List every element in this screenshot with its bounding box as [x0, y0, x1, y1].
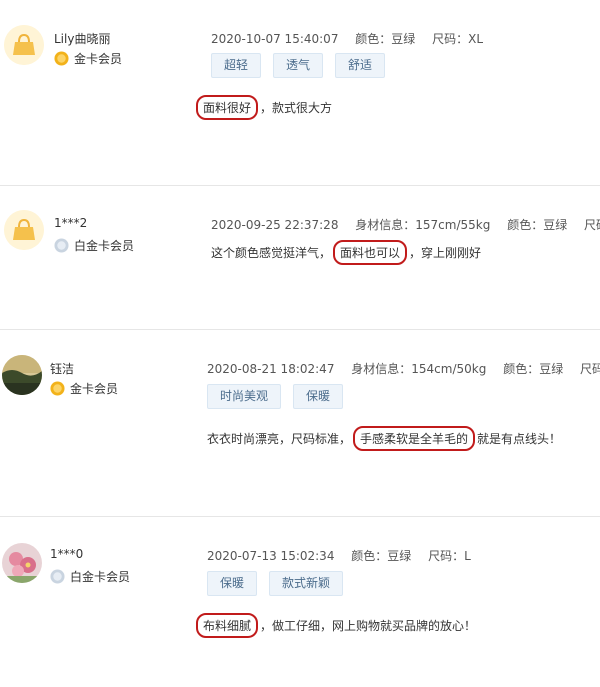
highlighted-phrase: 手感柔软是全羊毛的 — [353, 426, 476, 451]
member-level: 金卡会员 — [54, 50, 122, 67]
member-level: 白金卡会员 — [54, 237, 134, 254]
review-date: 2020-08-21 18:02:47 — [207, 362, 335, 376]
tag-list: 时尚美观 保暖 — [207, 384, 355, 409]
username: Lily曲晓丽 — [54, 32, 111, 46]
tag-list: 保暖 款式新颖 — [207, 571, 355, 596]
review-item: 钰洁 金卡会员 2020-08-21 18:02:47 身材信息：154cm/5… — [0, 330, 600, 480]
member-level: 金卡会员 — [50, 380, 118, 397]
review-text: 就是有点线头！ — [477, 432, 562, 446]
handbag-avatar — [4, 210, 44, 250]
review-tag[interactable]: 保暖 — [207, 571, 258, 596]
review-color: 颜色：豆绿 — [507, 218, 568, 232]
review-size: 尺码：L — [584, 218, 600, 232]
review-content: 这个颜色感觉挺洋气， 面料也可以 ，穿上刚刚好 — [211, 240, 481, 265]
highlighted-phrase: 布料细腻 — [196, 613, 259, 638]
review-date: 2020-09-25 22:37:28 — [211, 218, 339, 232]
review-content: 面料很好 ，款式很大方 — [194, 95, 332, 120]
review-meta: 2020-07-13 15:02:34 颜色：豆绿 尺码：L — [207, 547, 484, 564]
review-item: 1***2 白金卡会员 2020-09-25 22:37:28 身材信息：157… — [0, 186, 600, 336]
landscape-avatar — [2, 355, 42, 395]
review-item: Lily曲晓丽 金卡会员 2020-10-07 15:40:07 颜色：豆绿 尺… — [0, 0, 600, 150]
review-tag[interactable]: 保暖 — [293, 384, 344, 409]
username: 1***0 — [50, 547, 84, 561]
platinum-medal-icon — [54, 238, 69, 253]
review-text: 衣衣时尚漂亮，尺码标准， — [207, 432, 352, 446]
review-tag[interactable]: 时尚美观 — [207, 384, 282, 409]
review-tag[interactable]: 超轻 — [211, 53, 262, 78]
review-text: 这个颜色感觉挺洋气， — [211, 246, 332, 260]
flower-avatar — [2, 543, 42, 583]
review-content: 衣衣时尚漂亮，尺码标准， 手感柔软是全羊毛的 就是有点线头！ — [207, 426, 561, 451]
review-date: 2020-07-13 15:02:34 — [207, 549, 335, 563]
review-size: 尺码：S — [580, 362, 600, 376]
review-content: 布料细腻 ，做工仔细，网上购物就买品牌的放心！ — [194, 613, 476, 638]
tag-list: 超轻 透气 舒适 — [211, 53, 397, 78]
review-tag[interactable]: 透气 — [273, 53, 324, 78]
member-level-label: 白金卡会员 — [70, 570, 131, 584]
review-color: 颜色：豆绿 — [503, 362, 564, 376]
member-level: 白金卡会员 — [50, 568, 130, 585]
member-level-label: 白金卡会员 — [74, 239, 135, 253]
review-meta: 2020-10-07 15:40:07 颜色：豆绿 尺码：XL — [211, 30, 496, 47]
review-meta: 2020-08-21 18:02:47 身材信息：154cm/50kg 颜色：豆… — [207, 360, 600, 377]
handbag-avatar — [4, 25, 44, 65]
username: 1***2 — [54, 216, 88, 230]
highlighted-phrase: 面料很好 — [196, 95, 259, 120]
review-body-info: 身材信息：157cm/55kg — [355, 218, 491, 232]
gold-medal-icon — [50, 381, 65, 396]
review-item: 1***0 白金卡会员 2020-07-13 15:02:34 颜色：豆绿 尺码… — [0, 517, 600, 667]
review-date: 2020-10-07 15:40:07 — [211, 32, 339, 46]
review-body-info: 身材信息：154cm/50kg — [351, 362, 487, 376]
member-level-label: 金卡会员 — [70, 382, 119, 396]
review-tag[interactable]: 舒适 — [335, 53, 386, 78]
review-tag[interactable]: 款式新颖 — [269, 571, 344, 596]
member-level-label: 金卡会员 — [74, 52, 123, 66]
platinum-medal-icon — [50, 569, 65, 584]
review-text: ，做工仔细，网上购物就买品牌的放心！ — [260, 619, 477, 633]
review-text: ，穿上刚刚好 — [409, 246, 482, 260]
review-size: 尺码：XL — [432, 32, 484, 46]
review-meta: 2020-09-25 22:37:28 身材信息：157cm/55kg 颜色：豆… — [211, 216, 600, 233]
review-color: 颜色：豆绿 — [355, 32, 416, 46]
review-text: ，款式很大方 — [260, 101, 333, 115]
review-color: 颜色：豆绿 — [351, 549, 412, 563]
review-size: 尺码：L — [428, 549, 471, 563]
username: 钰洁 — [50, 362, 75, 376]
highlighted-phrase: 面料也可以 — [333, 240, 408, 265]
gold-medal-icon — [54, 51, 69, 66]
